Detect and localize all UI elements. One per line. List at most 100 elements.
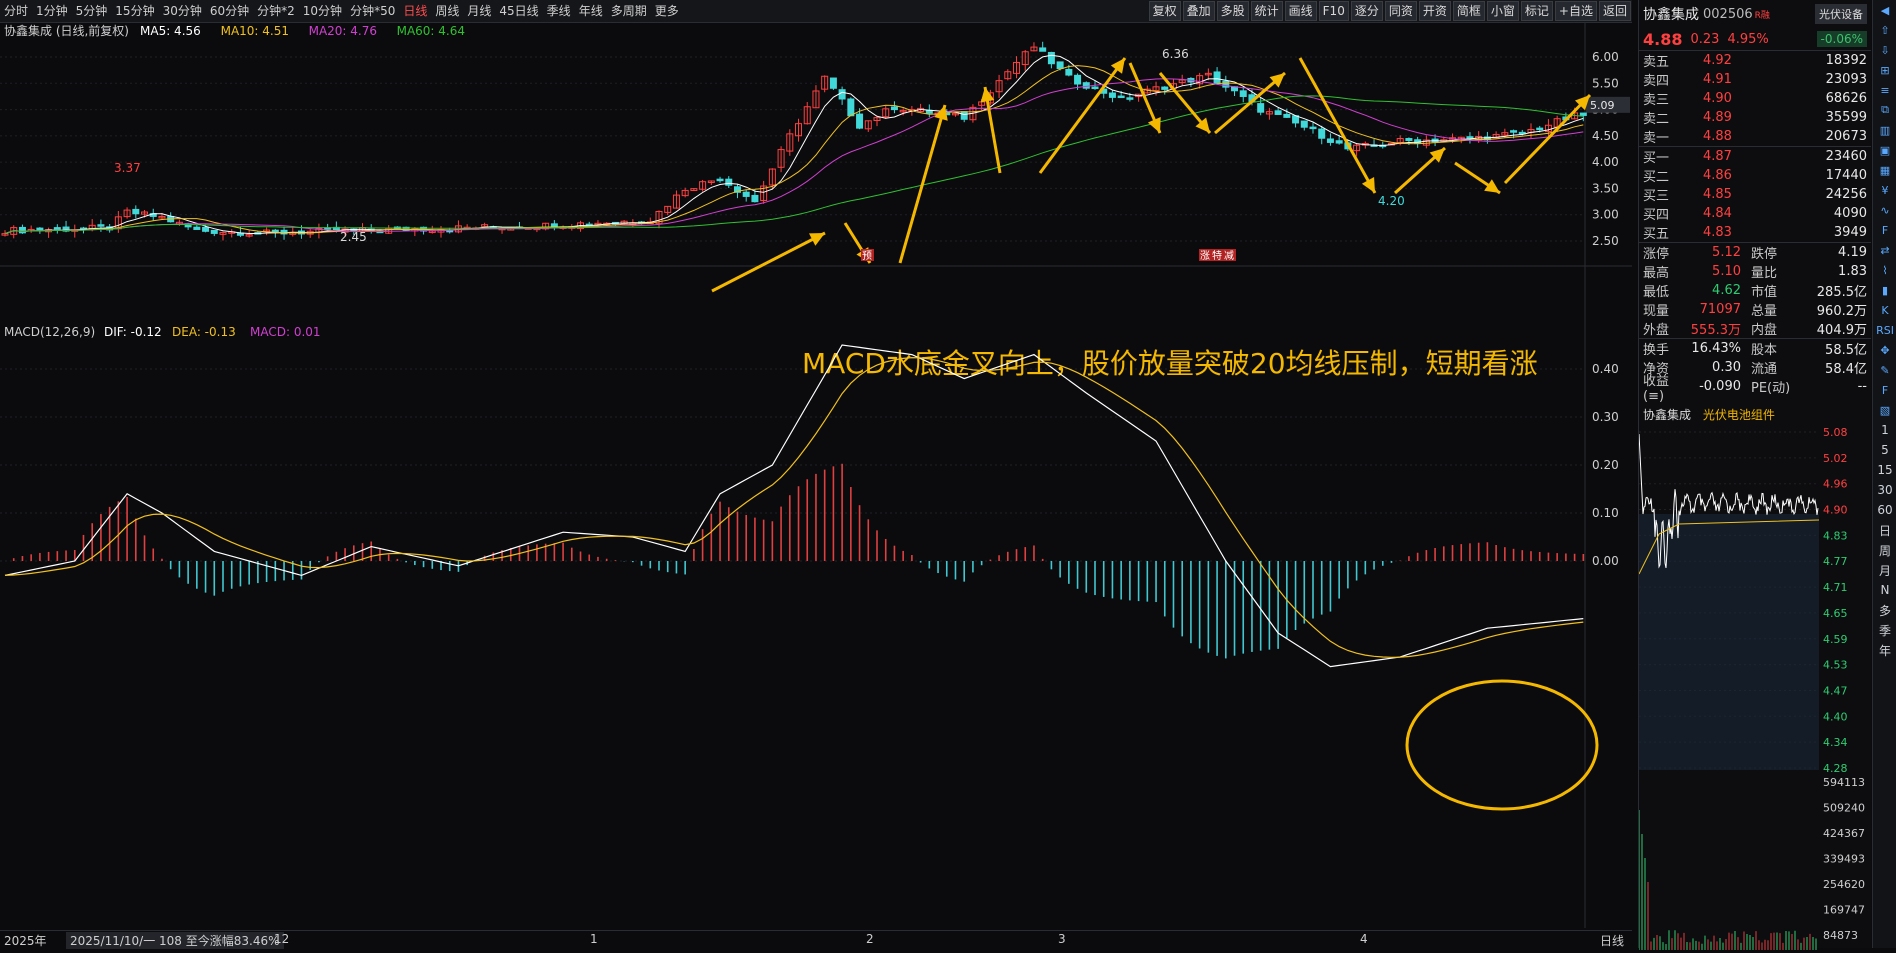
- period-tab[interactable]: 15分钟: [111, 0, 158, 22]
- toolbar-tool-button[interactable]: F10: [1318, 1, 1349, 21]
- bar-icon[interactable]: ▥: [1873, 120, 1896, 140]
- period-tab[interactable]: 季线: [543, 0, 575, 22]
- stat-value: 58.5亿: [1825, 343, 1867, 358]
- toolbar-tool-button[interactable]: 叠加: [1182, 1, 1215, 21]
- period-tab[interactable]: 1分钟: [32, 0, 72, 22]
- toolbar-tool-button[interactable]: 简框: [1452, 1, 1485, 21]
- event-tag: 涨: [1200, 250, 1210, 262]
- ma-legend-label: MA10: 4.51: [221, 24, 289, 38]
- period-tab[interactable]: 60分钟: [206, 0, 253, 22]
- toolbar-tool-button[interactable]: 同资: [1384, 1, 1417, 21]
- draw-icon[interactable]: ✥: [1873, 340, 1896, 360]
- toolbar-tool-button[interactable]: 画线: [1284, 1, 1317, 21]
- period-tab[interactable]: 年线: [575, 0, 607, 22]
- table-icon[interactable]: ▦: [1873, 160, 1896, 180]
- toolbar-tool-button[interactable]: 标记: [1520, 1, 1553, 21]
- sidebar-period-button[interactable]: 月: [1873, 560, 1896, 580]
- price-tick-label: 3.00: [1592, 208, 1619, 222]
- sidebar-period-button[interactable]: 30: [1873, 480, 1896, 500]
- event-tag: 预: [862, 250, 872, 262]
- stat-row: 现量 71097 总量 960.2万: [1639, 300, 1871, 319]
- period-tab[interactable]: 分钟*2: [253, 0, 299, 22]
- candle-body: [1047, 51, 1055, 65]
- mini-chart-svg[interactable]: 5.08 5.02 4.96 4.90 4.83 4.77 4.71 4.65 4.59 4.53…: [1638, 424, 1871, 950]
- mini-chart-sector[interactable]: 光伏电池组件: [1703, 408, 1775, 422]
- stat-label: 市值: [1751, 285, 1778, 300]
- kline-chart-svg[interactable]: 6.005.505.004.504.003.503.002.500.400.30…: [0, 23, 1632, 928]
- indicator-icon[interactable]: ⌇: [1873, 260, 1896, 280]
- candle-body: [97, 224, 105, 227]
- period-label[interactable]: 日线: [1600, 932, 1624, 949]
- up-arrow-icon[interactable]: ◀: [1873, 0, 1896, 20]
- period-tab[interactable]: 10分钟: [299, 0, 346, 22]
- toolbar-tool-button[interactable]: 多股: [1216, 1, 1249, 21]
- sidebar-period-button[interactable]: 年: [1873, 640, 1896, 660]
- toolbar-tool-button[interactable]: 返回: [1598, 1, 1631, 21]
- sidebar-period-button[interactable]: 多: [1873, 600, 1896, 620]
- stat-label: 最高: [1643, 266, 1670, 281]
- trend-arrow: [898, 104, 947, 264]
- down-icon[interactable]: ⇩: [1873, 40, 1896, 60]
- capital-icon[interactable]: ¥: [1873, 180, 1896, 200]
- stat-value: 16.43%: [1691, 341, 1741, 356]
- f-icon[interactable]: F: [1873, 380, 1896, 400]
- layout-icon[interactable]: ▣: [1873, 140, 1896, 160]
- stat-label: 现量: [1643, 304, 1670, 319]
- rsi-icon[interactable]: RSI: [1873, 320, 1896, 340]
- compare-icon[interactable]: ⇄: [1873, 240, 1896, 260]
- sidebar-period-button[interactable]: 15: [1873, 460, 1896, 480]
- sidebar-period-button[interactable]: N: [1873, 580, 1896, 600]
- kline-area[interactable]: 6.005.505.004.504.003.503.002.500.400.30…: [0, 23, 1632, 943]
- sidebar-period-button[interactable]: 周: [1873, 540, 1896, 560]
- sidebar-period-button[interactable]: 季: [1873, 620, 1896, 640]
- period-tab[interactable]: 周线: [431, 0, 463, 22]
- kd-icon[interactable]: K: [1873, 300, 1896, 320]
- vol-icon[interactable]: ▮: [1873, 280, 1896, 300]
- orderbook-price: 4.91: [1703, 72, 1732, 87]
- chart-icon[interactable]: ⧉: [1873, 100, 1896, 120]
- sidebar-period-button[interactable]: 日: [1873, 520, 1896, 540]
- grid-icon[interactable]: ⊞: [1873, 60, 1896, 80]
- candle-body: [1117, 95, 1125, 99]
- toolbar-tool-button[interactable]: 统计: [1250, 1, 1283, 21]
- f10-icon[interactable]: F: [1873, 220, 1896, 240]
- orderbook-price: 4.90: [1703, 91, 1732, 106]
- list-icon[interactable]: ≡: [1873, 80, 1896, 100]
- sector-tag[interactable]: 光伏设备: [1815, 4, 1867, 24]
- current-price-tag: 5.09: [1590, 99, 1615, 112]
- stock-code: 002506: [1703, 6, 1753, 22]
- candle-body: [838, 89, 846, 100]
- pen-icon[interactable]: ✎: [1873, 360, 1896, 380]
- period-tab[interactable]: 5分钟: [72, 0, 112, 22]
- sidebar-period-button[interactable]: 1: [1873, 420, 1896, 440]
- toolbar-tool-button[interactable]: +自选: [1554, 1, 1597, 21]
- period-tab[interactable]: 日线: [399, 0, 431, 22]
- toolbar-tool-button[interactable]: 开资: [1418, 1, 1451, 21]
- sidebar-period-button[interactable]: 60: [1873, 500, 1896, 520]
- sidebar-period-button[interactable]: 5: [1873, 440, 1896, 460]
- up-icon[interactable]: ⇧: [1873, 20, 1896, 40]
- period-tab[interactable]: 45日线: [495, 0, 542, 22]
- orderbook-volume: 20673: [1825, 129, 1867, 144]
- candle-body: [1300, 120, 1308, 128]
- intraday-mini-chart[interactable]: 协鑫集成 光伏电池组件 5.08 5.02 4.96 4.90 4.83 4.77 4.71…: [1638, 404, 1871, 950]
- period-tab[interactable]: 更多: [651, 0, 683, 22]
- toolbar-tool-button[interactable]: 复权: [1148, 1, 1181, 21]
- chart-stock-label: 协鑫集成 (日线,前复权): [4, 23, 129, 38]
- month-label: 3: [1058, 932, 1066, 946]
- period-tab[interactable]: 分钟*50: [346, 0, 399, 22]
- period-tab[interactable]: 月线: [463, 0, 495, 22]
- toolbar-tool-button[interactable]: 逐分: [1350, 1, 1383, 21]
- price-tick-label: 4.00: [1592, 155, 1619, 169]
- mini-price-tick: 4.40: [1823, 710, 1848, 723]
- flow-icon[interactable]: ∿: [1873, 200, 1896, 220]
- orderbook-price: 4.86: [1703, 168, 1732, 183]
- ma60-line: [4, 95, 1584, 235]
- toolbar-tool-button[interactable]: 小窗: [1486, 1, 1519, 21]
- macd-dif-line: [4, 344, 1584, 668]
- period-tab[interactable]: 多周期: [607, 0, 651, 22]
- period-tab[interactable]: 30分钟: [159, 0, 206, 22]
- macd-annotation: MACD水底金叉向上，股价放量突破20均线压制，短期看涨: [802, 347, 1538, 380]
- period-tab[interactable]: 分时: [0, 0, 32, 22]
- image-icon[interactable]: ▧: [1873, 400, 1896, 420]
